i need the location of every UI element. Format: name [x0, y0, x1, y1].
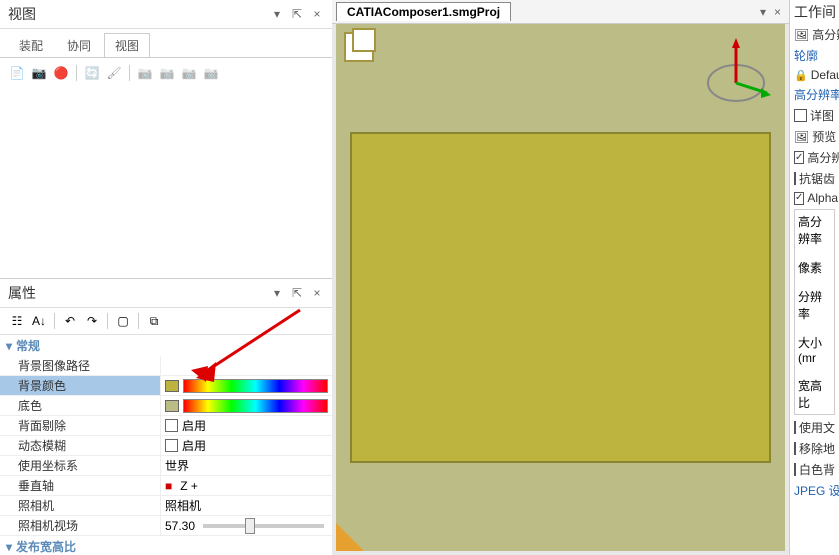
lbl-backface: 背面剔除 — [0, 416, 160, 435]
views-panel-title: 视图 — [8, 4, 36, 24]
workspace-sidebar: 工作间 🖼高分辨 轮廓 🔒Defau 高分辨率 详图 🖼预览 高分辨 抗锯齿 A… — [789, 0, 839, 555]
pg-misc-icon[interactable]: ⧉ — [145, 312, 163, 330]
props-pin-icon[interactable]: ⇱ — [290, 286, 304, 300]
chk-whitebg[interactable] — [794, 463, 796, 476]
val-coord[interactable]: 世界 — [160, 456, 332, 475]
stack-icon[interactable] — [344, 32, 374, 62]
lock-icon: 🔒 — [794, 69, 808, 82]
tb-brush-icon[interactable]: 🖌 — [105, 64, 123, 82]
doc-dropdown-icon[interactable]: ▾ — [760, 5, 766, 19]
chk-removegrd[interactable] — [794, 442, 796, 455]
corner-fold-icon[interactable] — [336, 523, 364, 551]
tb-sep2 — [129, 65, 130, 81]
pg-sep3 — [138, 313, 139, 329]
cat-general[interactable]: ▾常规 — [0, 335, 332, 356]
tb-record-icon[interactable]: 🔴 — [52, 64, 70, 82]
ws-preview-button[interactable]: 🖼预览 — [794, 128, 835, 145]
lbl-bg-image: 背景图像路径 — [0, 356, 160, 375]
lbl-mblur: 动态模糊 — [0, 436, 160, 455]
views-panel-body — [0, 88, 332, 278]
document-tab[interactable]: CATIAComposer1.smgProj — [336, 2, 511, 21]
tb-cam4-icon[interactable]: 📷 — [202, 64, 220, 82]
lbl-coord: 使用坐标系 — [0, 456, 160, 475]
bottom-swatch[interactable] — [165, 400, 179, 412]
props-panel-title: 属性 — [8, 283, 36, 303]
lbl-aspect: 宽高比 — [798, 377, 831, 411]
panel-dropdown-icon[interactable]: ▾ — [270, 7, 284, 21]
compass-gizmo[interactable] — [701, 38, 771, 108]
lbl-vertaxis: 垂直轴 — [0, 476, 160, 495]
lbl-fov: 照相机视场 — [0, 516, 160, 535]
val-bg-image[interactable] — [160, 356, 332, 375]
box-title: 高分辨率 — [798, 213, 831, 247]
pg-categorize-icon[interactable]: ☷ — [8, 312, 26, 330]
collapse-icon: ▾ — [6, 339, 12, 353]
tb-cam3-icon[interactable]: 📷 — [180, 64, 198, 82]
viewport[interactable] — [336, 24, 785, 551]
lbl-bg-color: 背景颜色 — [0, 376, 160, 395]
val-fov[interactable]: 57.30 — [160, 516, 332, 535]
chk-mblur[interactable] — [165, 439, 178, 452]
image-icon: 🖼 — [794, 28, 809, 42]
lbl-pixels: 像素 — [798, 259, 831, 276]
tab-assembly[interactable]: 装配 — [8, 33, 54, 57]
lbl-bottom-color: 底色 — [0, 396, 160, 415]
tb-cam2-icon[interactable]: 📷 — [158, 64, 176, 82]
lbl-camera: 照相机 — [0, 496, 160, 515]
cat-publish[interactable]: ▾发布宽高比 — [0, 536, 332, 555]
tb-camera-icon[interactable]: 📷 — [30, 64, 48, 82]
tb-sep — [76, 65, 77, 81]
props-dropdown-icon[interactable]: ▾ — [270, 286, 284, 300]
tab-views[interactable]: 视图 — [104, 33, 150, 57]
chk-alpha[interactable] — [794, 192, 804, 205]
val-vertaxis[interactable]: ■Z + — [160, 476, 332, 495]
pg-sep — [54, 313, 55, 329]
scene-plane — [350, 132, 771, 463]
val-camera[interactable]: 照相机 — [160, 496, 332, 515]
bg-color-swatch[interactable] — [165, 380, 179, 392]
pg-redo-icon[interactable]: ↷ — [83, 312, 101, 330]
pg-undo-icon[interactable]: ↶ — [61, 312, 79, 330]
chk-detail[interactable] — [794, 109, 807, 122]
bg-color-hue[interactable] — [183, 379, 328, 393]
preview-icon: 🖼 — [794, 130, 809, 144]
lbl-size: 大小 (mr — [798, 334, 831, 365]
ws-hires-header[interactable]: 高分辨率 — [794, 86, 835, 103]
ws-jpeg-link[interactable]: JPEG 设 — [794, 482, 835, 499]
chk-backface[interactable] — [165, 419, 178, 432]
chk-usetext[interactable] — [794, 421, 796, 434]
ws-hires-button[interactable]: 🖼高分辨 — [794, 26, 835, 43]
panel-pin-icon[interactable]: ⇱ — [290, 7, 304, 21]
panel-close-icon[interactable]: × — [310, 7, 324, 21]
val-bottom-color[interactable] — [160, 396, 332, 415]
pg-box-icon[interactable]: ▢ — [114, 312, 132, 330]
lbl-resolution: 分辨率 — [798, 288, 831, 322]
chk-hires[interactable] — [794, 151, 804, 164]
ws-default[interactable]: 🔒Defau — [794, 68, 835, 82]
collapse-icon2: ▾ — [6, 540, 12, 554]
pg-sep2 — [107, 313, 108, 329]
props-close-icon[interactable]: × — [310, 286, 324, 300]
tb-cam1-icon[interactable]: 📷 — [136, 64, 154, 82]
val-bg-color[interactable] — [160, 376, 332, 395]
tb-new-icon[interactable]: 📄 — [8, 64, 26, 82]
axis-dot-icon: ■ — [165, 479, 172, 493]
ws-title: 工作间 — [794, 2, 835, 22]
tab-collab[interactable]: 协同 — [56, 33, 102, 57]
pg-sort-icon[interactable]: A↓ — [30, 312, 48, 330]
ws-outline-link[interactable]: 轮廓 — [794, 47, 835, 64]
fov-slider[interactable] — [203, 524, 324, 528]
bottom-hue[interactable] — [183, 399, 328, 413]
doc-close-icon[interactable]: × — [774, 5, 781, 19]
tb-refresh-icon[interactable]: 🔄 — [83, 64, 101, 82]
chk-aa[interactable] — [794, 172, 796, 185]
property-grid: ▾常规 背景图像路径 背景颜色 底色 背面剔除启用 动态模糊启用 使用坐标系世界… — [0, 335, 332, 555]
